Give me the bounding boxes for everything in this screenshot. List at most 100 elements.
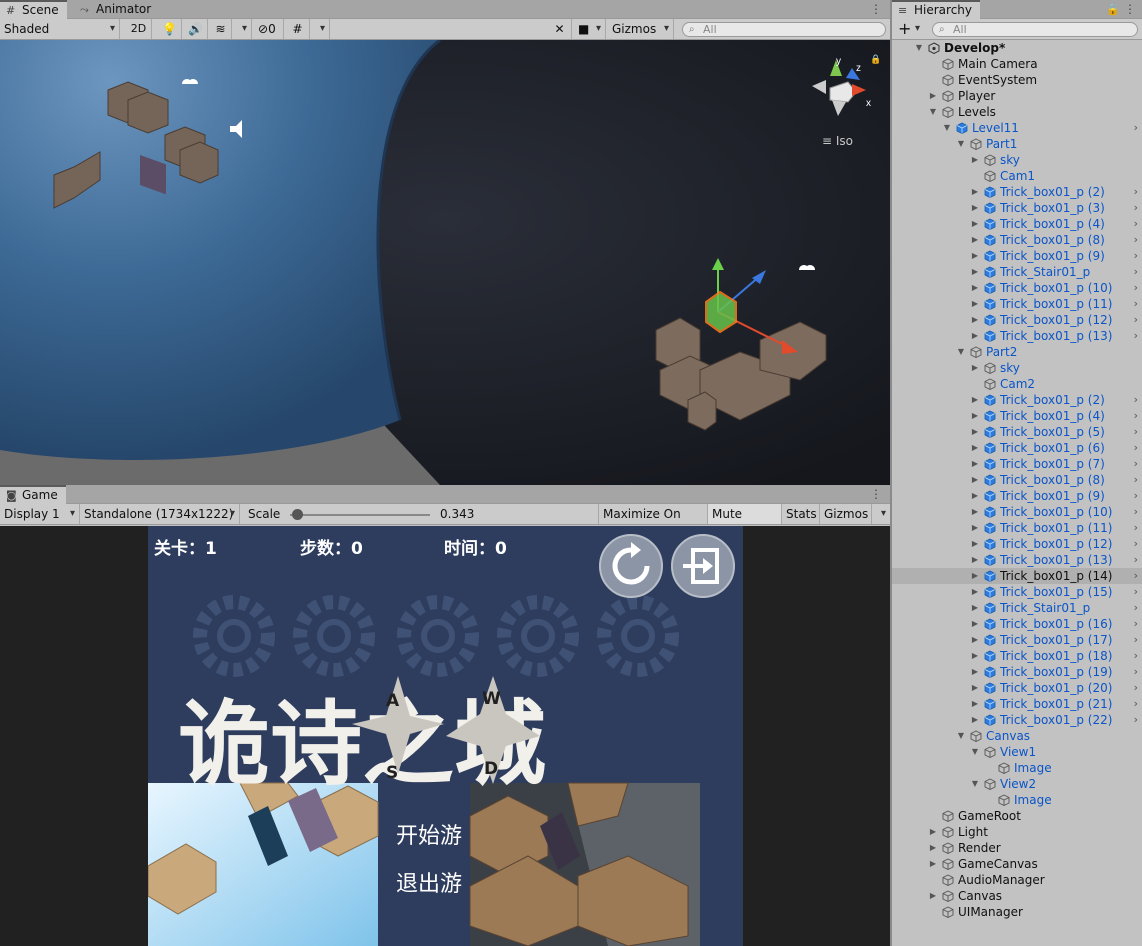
open-prefab-chevron-icon[interactable]: › [1134, 216, 1138, 232]
open-prefab-chevron-icon[interactable]: › [1134, 696, 1138, 712]
hierarchy-row[interactable]: ▼ View2 [892, 776, 1142, 792]
grid-toggle-icon[interactable]: # [286, 19, 310, 39]
open-prefab-chevron-icon[interactable]: › [1134, 648, 1138, 664]
hierarchy-row[interactable]: ▶ Trick_box01_p (10) › [892, 504, 1142, 520]
stats-toggle[interactable]: Stats [782, 504, 820, 524]
hierarchy-row[interactable]: ▶ Trick_box01_p (9) › [892, 248, 1142, 264]
hierarchy-row[interactable]: UIManager [892, 904, 1142, 920]
expand-arrow-right-icon[interactable]: ▶ [970, 632, 980, 648]
camera-dropdown[interactable]: ■ [574, 19, 606, 39]
open-prefab-chevron-icon[interactable]: › [1134, 600, 1138, 616]
expand-arrow-right-icon[interactable]: ▶ [970, 456, 980, 472]
tab-scene[interactable]: # Scene [0, 0, 67, 19]
hierarchy-row[interactable]: ▶ Trick_box01_p (17) › [892, 632, 1142, 648]
shading-mode-dropdown[interactable]: Shaded [0, 19, 120, 39]
hierarchy-row[interactable]: ▶ Trick_box01_p (11) › [892, 520, 1142, 536]
hierarchy-row[interactable]: ▼ Part1 [892, 136, 1142, 152]
open-prefab-chevron-icon[interactable]: › [1134, 456, 1138, 472]
restart-button[interactable] [599, 534, 663, 598]
tab-animator[interactable]: ⤳ Animator [74, 0, 159, 19]
create-add-button[interactable]: + [894, 19, 924, 39]
expand-arrow-right-icon[interactable]: ▶ [970, 424, 980, 440]
hierarchy-row[interactable]: ▶ Trick_box01_p (19) › [892, 664, 1142, 680]
expand-arrow-right-icon[interactable]: ▶ [970, 216, 980, 232]
expand-arrow-right-icon[interactable]: ▶ [928, 824, 938, 840]
expand-arrow-right-icon[interactable]: ▶ [970, 488, 980, 504]
hierarchy-row[interactable]: ▼ Canvas [892, 728, 1142, 744]
toggle-2d-button[interactable]: 2D [126, 19, 152, 39]
hierarchy-row[interactable]: ▶ Trick_box01_p (13) › [892, 552, 1142, 568]
expand-arrow-right-icon[interactable]: ▶ [970, 264, 980, 280]
hierarchy-row[interactable]: ▶ sky [892, 360, 1142, 376]
hierarchy-row[interactable]: ▶ Trick_box01_p (12) › [892, 536, 1142, 552]
hierarchy-row[interactable]: AudioManager [892, 872, 1142, 888]
tools-icon[interactable]: ✕ [548, 19, 572, 39]
expand-arrow-down-icon[interactable]: ▼ [956, 728, 966, 744]
open-prefab-chevron-icon[interactable]: › [1134, 424, 1138, 440]
effects-dropdown[interactable] [232, 19, 252, 39]
expand-arrow-right-icon[interactable]: ▶ [970, 536, 980, 552]
projection-toggle[interactable]: ≡ Iso [822, 134, 853, 148]
hierarchy-row[interactable]: ▶ Trick_box01_p (15) › [892, 584, 1142, 600]
hierarchy-row[interactable]: ▶ Light [892, 824, 1142, 840]
hierarchy-row[interactable]: ▼ Part2 [892, 344, 1142, 360]
hierarchy-row[interactable]: ▶ Trick_box01_p (2) › [892, 392, 1142, 408]
expand-arrow-down-icon[interactable]: ▼ [970, 776, 980, 792]
hierarchy-row[interactable]: ▶ Render [892, 840, 1142, 856]
expand-arrow-right-icon[interactable]: ▶ [970, 600, 980, 616]
open-prefab-chevron-icon[interactable]: › [1134, 120, 1138, 136]
lighting-toggle-icon[interactable]: 💡 [158, 19, 182, 39]
expand-arrow-right-icon[interactable]: ▶ [970, 248, 980, 264]
hierarchy-row[interactable]: ▶ Trick_box01_p (4) › [892, 216, 1142, 232]
expand-arrow-right-icon[interactable]: ▶ [970, 664, 980, 680]
expand-arrow-down-icon[interactable]: ▼ [956, 136, 966, 152]
hierarchy-row[interactable]: ▶ Trick_box01_p (10) › [892, 280, 1142, 296]
hierarchy-row[interactable]: ▶ Trick_box01_p (16) › [892, 616, 1142, 632]
hierarchy-row[interactable]: GameRoot [892, 808, 1142, 824]
hierarchy-row[interactable]: ▶ GameCanvas [892, 856, 1142, 872]
hierarchy-row[interactable]: Main Camera [892, 56, 1142, 72]
open-prefab-chevron-icon[interactable]: › [1134, 552, 1138, 568]
hierarchy-row[interactable]: EventSystem [892, 72, 1142, 88]
open-prefab-chevron-icon[interactable]: › [1134, 280, 1138, 296]
panel-menu-icon[interactable]: ⋮ [870, 0, 882, 19]
scale-slider-thumb[interactable] [292, 509, 303, 520]
hierarchy-row[interactable]: ▶ Trick_box01_p (2) › [892, 184, 1142, 200]
hierarchy-row[interactable]: ▶ Trick_box01_p (13) › [892, 328, 1142, 344]
hierarchy-row[interactable]: Image [892, 760, 1142, 776]
open-prefab-chevron-icon[interactable]: › [1134, 504, 1138, 520]
hierarchy-row[interactable]: ▶ sky [892, 152, 1142, 168]
hierarchy-row[interactable]: ▼ Develop* [892, 40, 1142, 56]
hierarchy-row[interactable]: ▶ Trick_box01_p (14) › [892, 568, 1142, 584]
hierarchy-row[interactable]: ▶ Trick_box01_p (7) › [892, 456, 1142, 472]
hierarchy-row[interactable]: Cam2 [892, 376, 1142, 392]
hierarchy-row[interactable]: Image [892, 792, 1142, 808]
hierarchy-row[interactable]: ▶ Trick_Stair01_p › [892, 600, 1142, 616]
hierarchy-row[interactable]: ▶ Trick_box01_p (12) › [892, 312, 1142, 328]
effects-toggle-icon[interactable]: ≋ [210, 19, 232, 39]
expand-arrow-right-icon[interactable]: ▶ [970, 296, 980, 312]
game-gizmos-toggle[interactable]: Gizmos [820, 504, 872, 524]
scene-search-input[interactable]: ⌕ All [682, 22, 886, 37]
tab-hierarchy[interactable]: ≡ Hierarchy [892, 0, 981, 19]
hierarchy-row[interactable]: ▼ View1 [892, 744, 1142, 760]
expand-arrow-down-icon[interactable]: ▼ [956, 344, 966, 360]
scale-slider-track[interactable] [290, 514, 430, 516]
expand-arrow-right-icon[interactable]: ▶ [928, 88, 938, 104]
hierarchy-row[interactable]: ▼ Levels [892, 104, 1142, 120]
expand-arrow-right-icon[interactable]: ▶ [970, 152, 980, 168]
game-panel-menu-icon[interactable]: ⋮ [870, 485, 882, 504]
expand-arrow-right-icon[interactable]: ▶ [970, 712, 980, 728]
open-prefab-chevron-icon[interactable]: › [1134, 536, 1138, 552]
hierarchy-row[interactable]: ▶ Trick_box01_p (4) › [892, 408, 1142, 424]
hidden-objects-toggle[interactable]: ⊘0 [254, 19, 284, 39]
game-screen[interactable]: 诡诗之城 A W S D 关卡：1 步数：0 时间：0 开始游 退出游 [148, 526, 743, 946]
expand-arrow-right-icon[interactable]: ▶ [970, 312, 980, 328]
expand-arrow-right-icon[interactable]: ▶ [970, 184, 980, 200]
expand-arrow-down-icon[interactable]: ▼ [942, 120, 952, 136]
expand-arrow-down-icon[interactable]: ▼ [928, 104, 938, 120]
resolution-dropdown[interactable]: Standalone (1734x1222) [80, 504, 240, 524]
hierarchy-row[interactable]: ▶ Trick_box01_p (8) › [892, 232, 1142, 248]
hierarchy-row[interactable]: ▶ Trick_box01_p (5) › [892, 424, 1142, 440]
open-prefab-chevron-icon[interactable]: › [1134, 712, 1138, 728]
